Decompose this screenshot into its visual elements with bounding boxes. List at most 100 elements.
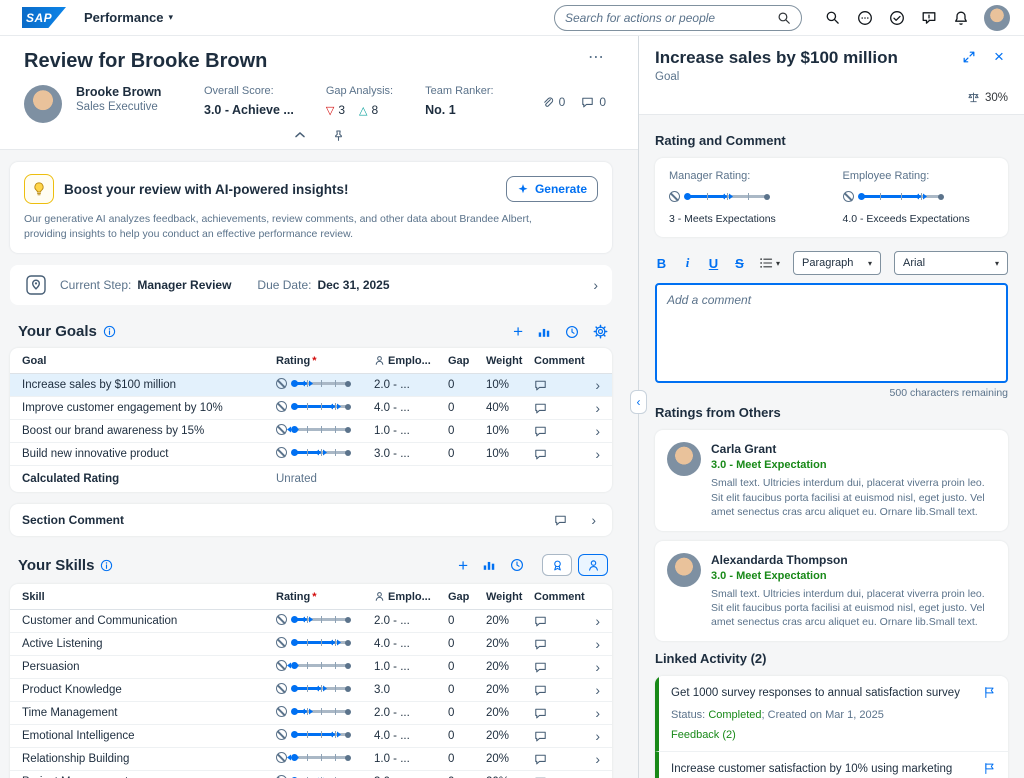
goal-row[interactable]: Build new innovative product3.0 - ...010… — [10, 443, 612, 466]
slider-handle[interactable] — [329, 638, 341, 647]
generate-button[interactable]: Generate — [506, 176, 598, 202]
no-rating-icon[interactable] — [276, 706, 287, 717]
slider-handle[interactable] — [301, 615, 313, 624]
bold-button[interactable]: B — [655, 256, 668, 271]
rating-slider[interactable] — [669, 191, 768, 202]
chevron-right-icon[interactable]: › — [584, 378, 600, 392]
slider-handle[interactable] — [287, 753, 299, 762]
no-rating-icon[interactable] — [276, 729, 287, 740]
chevron-right-icon[interactable]: › — [584, 660, 600, 674]
comment-icon[interactable] — [534, 402, 547, 415]
search-icon[interactable] — [777, 11, 791, 25]
search-button[interactable] — [824, 9, 841, 26]
rating-slider[interactable] — [276, 706, 349, 717]
chevron-right-icon[interactable]: › — [584, 752, 600, 766]
list-button[interactable]: ▾ — [759, 257, 780, 269]
rating-slider[interactable] — [276, 752, 349, 763]
user-avatar[interactable] — [984, 5, 1010, 31]
italic-button[interactable]: i — [681, 255, 694, 271]
no-rating-icon[interactable] — [276, 401, 287, 412]
sap-logo[interactable]: SAP — [22, 7, 66, 28]
current-step-card[interactable]: Current Step: Manager Review Due Date: D… — [10, 265, 612, 305]
strikethrough-button[interactable]: S — [733, 256, 746, 271]
employee-rating-slider[interactable] — [843, 191, 995, 205]
slider-handle[interactable] — [721, 192, 733, 201]
add-goal-button[interactable]: + — [513, 323, 523, 340]
rating-slider[interactable] — [276, 637, 349, 648]
rating-slider[interactable] — [276, 424, 349, 435]
feedback-icon[interactable] — [920, 9, 937, 26]
close-icon[interactable]: × — [990, 48, 1008, 65]
rating-slider[interactable] — [276, 729, 349, 740]
rating-slider[interactable] — [276, 660, 349, 671]
todos-check-icon[interactable] — [888, 9, 905, 26]
comment-icon[interactable] — [534, 684, 547, 697]
skill-row[interactable]: Customer and Communication2.0 - ...020%› — [10, 610, 612, 633]
chevron-right-icon[interactable]: › — [584, 401, 600, 415]
chevron-right-icon[interactable]: › — [584, 683, 600, 697]
expand-icon[interactable] — [960, 48, 978, 66]
assistant-icon[interactable] — [856, 9, 873, 26]
skill-row[interactable]: Relationship Building1.0 - ...020%› — [10, 748, 612, 771]
slider-handle[interactable] — [329, 730, 341, 739]
history-icon-button[interactable] — [565, 325, 579, 339]
skill-row[interactable]: Active Listening4.0 - ...020%› — [10, 633, 612, 656]
collapse-header-button[interactable] — [287, 127, 313, 143]
app-menu[interactable]: Performance ▾ — [84, 10, 173, 25]
badge-view-button[interactable] — [542, 554, 572, 576]
notifications-bell-icon[interactable] — [952, 9, 969, 26]
linked-activity-item[interactable]: Get 1000 survey responses to annual sati… — [655, 676, 1008, 752]
rating-slider[interactable] — [276, 614, 349, 625]
comment-textarea[interactable] — [655, 283, 1008, 383]
skill-row[interactable]: Persuasion1.0 - ...020%› — [10, 656, 612, 679]
rating-slider[interactable] — [276, 683, 349, 694]
skill-row[interactable]: Product Knowledge3.0020%› — [10, 679, 612, 702]
no-rating-icon[interactable] — [669, 191, 680, 202]
font-select[interactable]: Arial▾ — [894, 251, 1008, 275]
slider-handle[interactable] — [301, 707, 313, 716]
slider-handle[interactable] — [287, 661, 299, 670]
chevron-right-icon[interactable]: › — [584, 614, 600, 628]
comment-icon[interactable] — [534, 638, 547, 651]
no-rating-icon[interactable] — [276, 660, 287, 671]
add-skill-button[interactable]: + — [458, 557, 468, 574]
no-rating-icon[interactable] — [276, 424, 287, 435]
people-view-button[interactable] — [578, 554, 608, 576]
slider-handle[interactable] — [915, 192, 927, 201]
info-icon[interactable] — [103, 325, 116, 338]
slider-handle[interactable] — [287, 425, 299, 434]
comment-icon[interactable] — [534, 753, 547, 766]
rating-slider[interactable] — [276, 378, 349, 389]
chevron-right-icon[interactable]: › — [584, 729, 600, 743]
goal-row[interactable]: Increase sales by $100 million2.0 - ...0… — [10, 374, 612, 397]
chevron-right-icon[interactable]: › — [584, 706, 600, 720]
comment-icon[interactable] — [534, 707, 547, 720]
settings-gear-icon[interactable] — [593, 324, 608, 339]
slider-handle[interactable] — [315, 684, 327, 693]
skill-row[interactable]: Emotional Intelligence4.0 - ...020%› — [10, 725, 612, 748]
linked-activity-item[interactable]: Increase customer satisfaction by 10% us… — [655, 752, 1008, 778]
goal-row[interactable]: Improve customer engagement by 10%4.0 - … — [10, 397, 612, 420]
comment-icon[interactable] — [534, 448, 547, 461]
section-comment-card[interactable]: Section Comment › — [10, 504, 612, 536]
chevron-right-icon[interactable]: › — [584, 637, 600, 651]
slider-handle[interactable] — [315, 448, 327, 457]
info-icon[interactable] — [100, 559, 113, 572]
comment-icon[interactable] — [534, 661, 547, 674]
comment-icon[interactable] — [534, 379, 547, 392]
rating-slider[interactable] — [276, 447, 349, 458]
skill-row[interactable]: Time Management2.0 - ...020%› — [10, 702, 612, 725]
comment-icon[interactable] — [554, 514, 567, 527]
no-rating-icon[interactable] — [276, 683, 287, 694]
chevron-right-icon[interactable]: › — [584, 447, 600, 461]
chevron-right-icon[interactable]: › — [584, 424, 600, 438]
chart-icon-button[interactable] — [537, 325, 551, 339]
attachments-button[interactable]: 0 — [541, 95, 566, 109]
underline-button[interactable]: U — [707, 256, 720, 271]
no-rating-icon[interactable] — [276, 614, 287, 625]
no-rating-icon[interactable] — [276, 752, 287, 763]
pin-icon[interactable] — [325, 127, 351, 143]
comment-icon[interactable] — [534, 615, 547, 628]
search-input[interactable] — [565, 11, 777, 25]
paragraph-select[interactable]: Paragraph▾ — [793, 251, 881, 275]
